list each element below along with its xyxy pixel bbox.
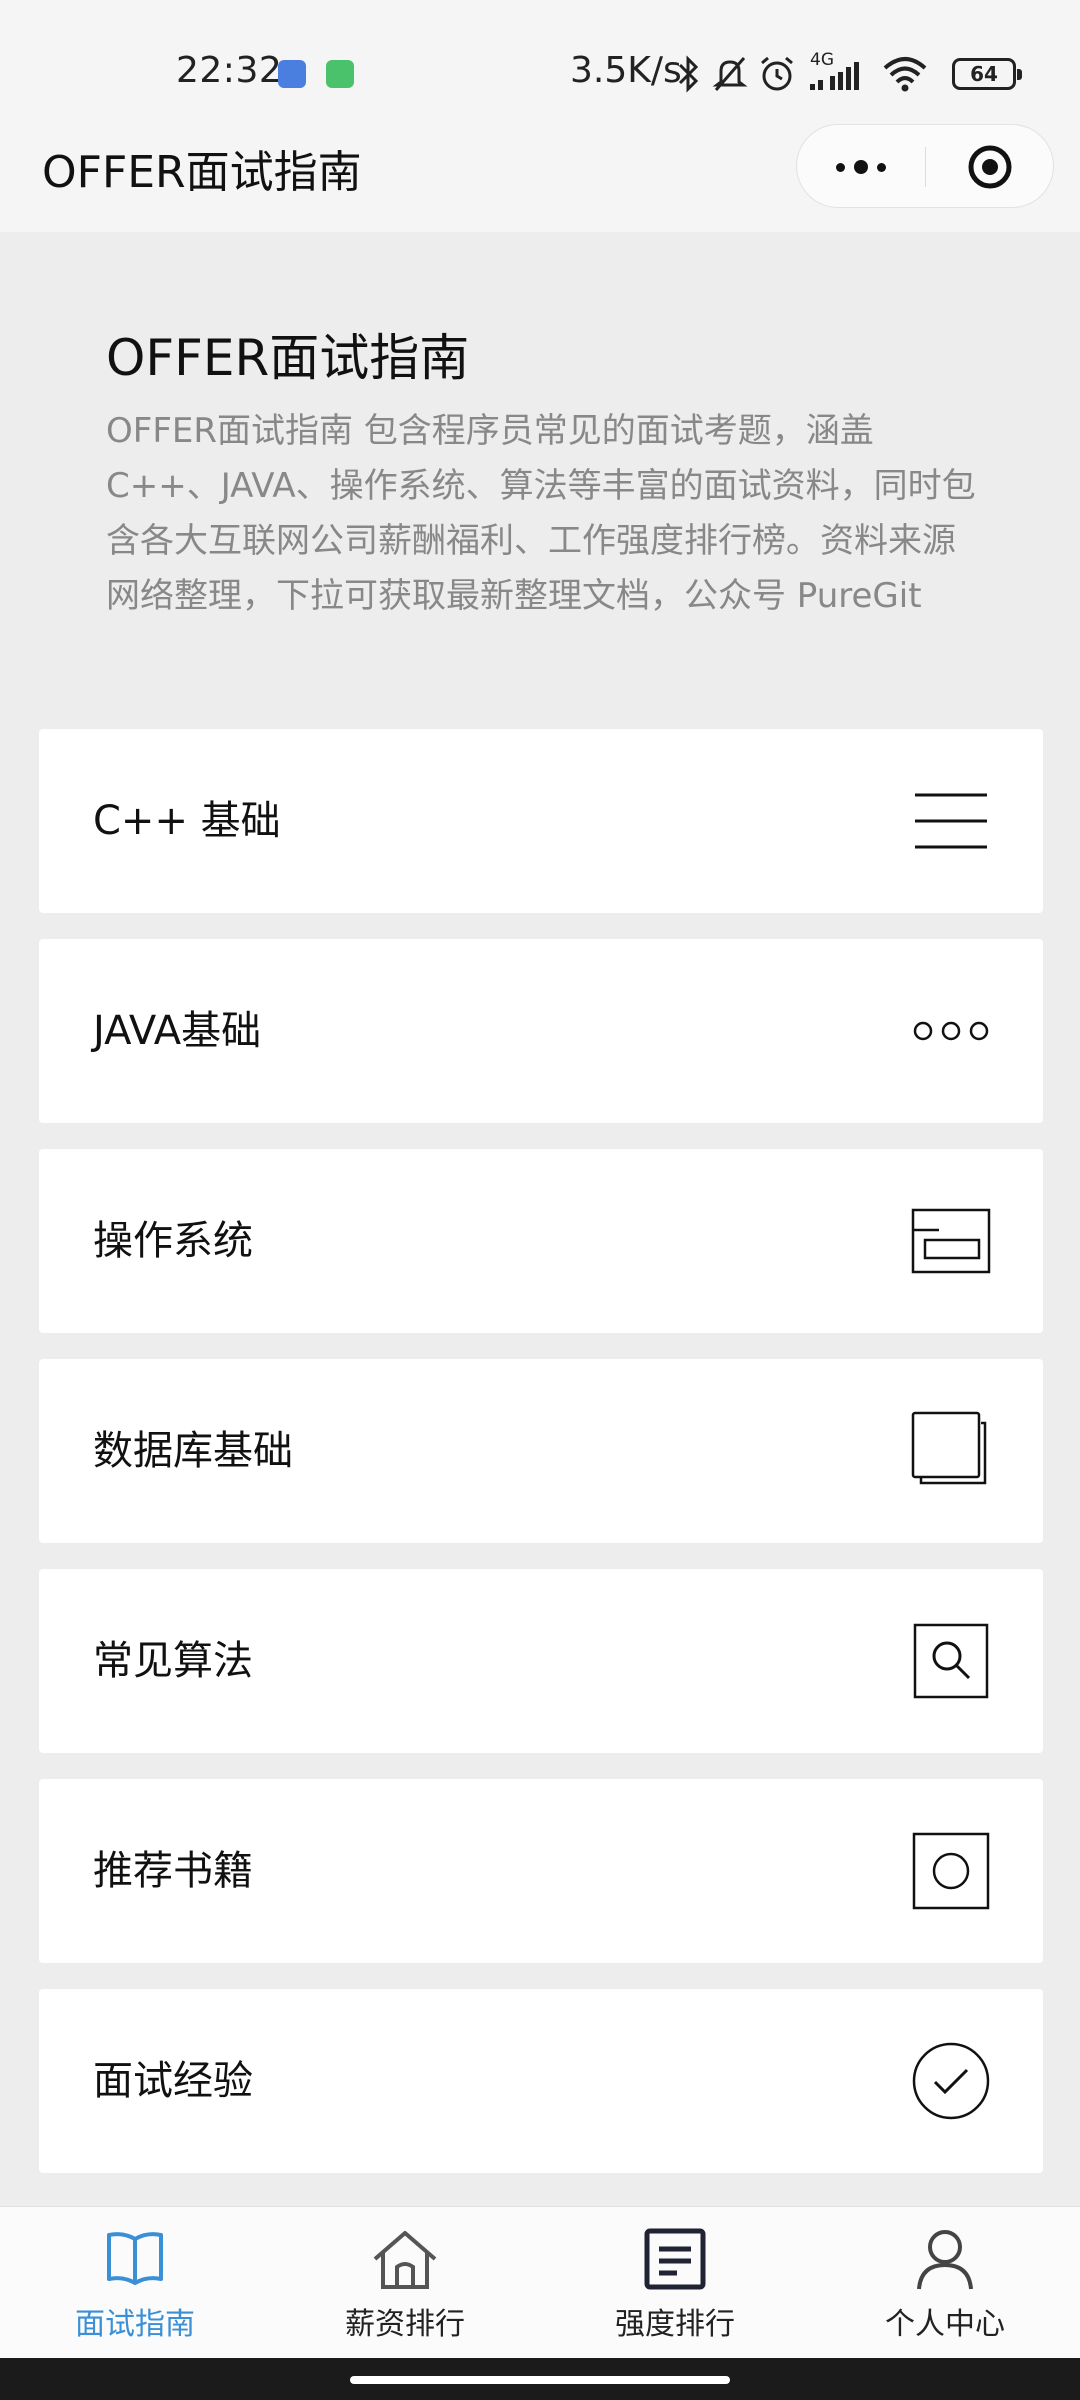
tab-interview-guide[interactable]: 面试指南 [0, 2207, 270, 2358]
circle-in-square-icon [911, 1831, 991, 1911]
tab-bar: 面试指南 薪资排行 强度排行 个人中心 [0, 2206, 1080, 2358]
category-operating-system[interactable]: 操作系统 [39, 1149, 1043, 1333]
more-button[interactable] [797, 125, 925, 209]
tab-intensity-ranking[interactable]: 强度排行 [540, 2207, 810, 2358]
category-cpp-basics[interactable]: C++ 基础 [39, 729, 1043, 913]
category-label: 数据库基础 [93, 1428, 293, 1474]
category-java-basics[interactable]: JAVA基础 [39, 939, 1043, 1123]
more-dot-icon [836, 162, 845, 172]
category-label: 常见算法 [93, 1638, 253, 1684]
signal-icon: 4G [806, 50, 872, 94]
status-time: 22:32 [176, 50, 283, 91]
category-interview-experience[interactable]: 面试经验 [39, 1989, 1043, 2173]
more-dot-icon [877, 162, 886, 172]
notification-app-icon [278, 60, 306, 88]
category-list: C++ 基础 JAVA基础 操作系统 数据库基础 常见算法 推荐书籍 面试经验 [39, 729, 1043, 2199]
page-title: OFFER面试指南 [106, 329, 470, 387]
alarm-icon [761, 56, 793, 91]
tab-label: 面试指南 [75, 2307, 195, 2342]
menu-lines-icon [911, 781, 991, 861]
battery-indicator: 64 [952, 58, 1022, 90]
document-icon [644, 2228, 706, 2290]
three-dots-icon [911, 991, 991, 1071]
more-dot-icon [854, 160, 868, 174]
search-icon [911, 1621, 991, 1701]
category-label: C++ 基础 [93, 798, 281, 844]
stacked-pages-icon [911, 1411, 991, 1491]
close-mini-program-button[interactable] [926, 125, 1054, 209]
page-description: OFFER面试指南 包含程序员常见的面试考题，涵盖C++、JAVA、操作系统、算… [106, 411, 976, 616]
nav-bar: OFFER面试指南 [0, 110, 1080, 232]
status-icons: 4G [676, 50, 928, 96]
book-icon [107, 2232, 163, 2285]
person-icon [917, 2230, 973, 2290]
system-home-bar [0, 2358, 1080, 2400]
check-circle-icon [911, 2041, 991, 2121]
tab-label: 强度排行 [615, 2307, 735, 2342]
tab-label: 个人中心 [885, 2307, 1005, 2342]
category-label: JAVA基础 [93, 1008, 262, 1054]
wifi-icon [883, 57, 927, 92]
home-indicator[interactable] [350, 2376, 730, 2384]
category-common-algorithms[interactable]: 常见算法 [39, 1569, 1043, 1753]
bluetooth-icon [678, 55, 699, 93]
category-database-basics[interactable]: 数据库基础 [39, 1359, 1043, 1543]
notification-android-icon [326, 60, 354, 88]
category-label: 推荐书籍 [93, 1848, 253, 1894]
window-icon [911, 1201, 991, 1281]
mute-icon [712, 57, 748, 91]
category-recommended-books[interactable]: 推荐书籍 [39, 1779, 1043, 1963]
category-label: 操作系统 [93, 1218, 253, 1264]
home-icon [373, 2231, 437, 2289]
network-speed: 3.5K/s [570, 50, 682, 91]
category-label: 面试经验 [93, 2058, 253, 2104]
tab-salary-ranking[interactable]: 薪资排行 [270, 2207, 540, 2358]
tab-personal-center[interactable]: 个人中心 [810, 2207, 1080, 2358]
nav-title: OFFER面试指南 [42, 147, 362, 198]
target-close-icon [968, 145, 1012, 189]
mini-program-capsule [796, 124, 1054, 208]
tab-label: 薪资排行 [345, 2307, 465, 2342]
